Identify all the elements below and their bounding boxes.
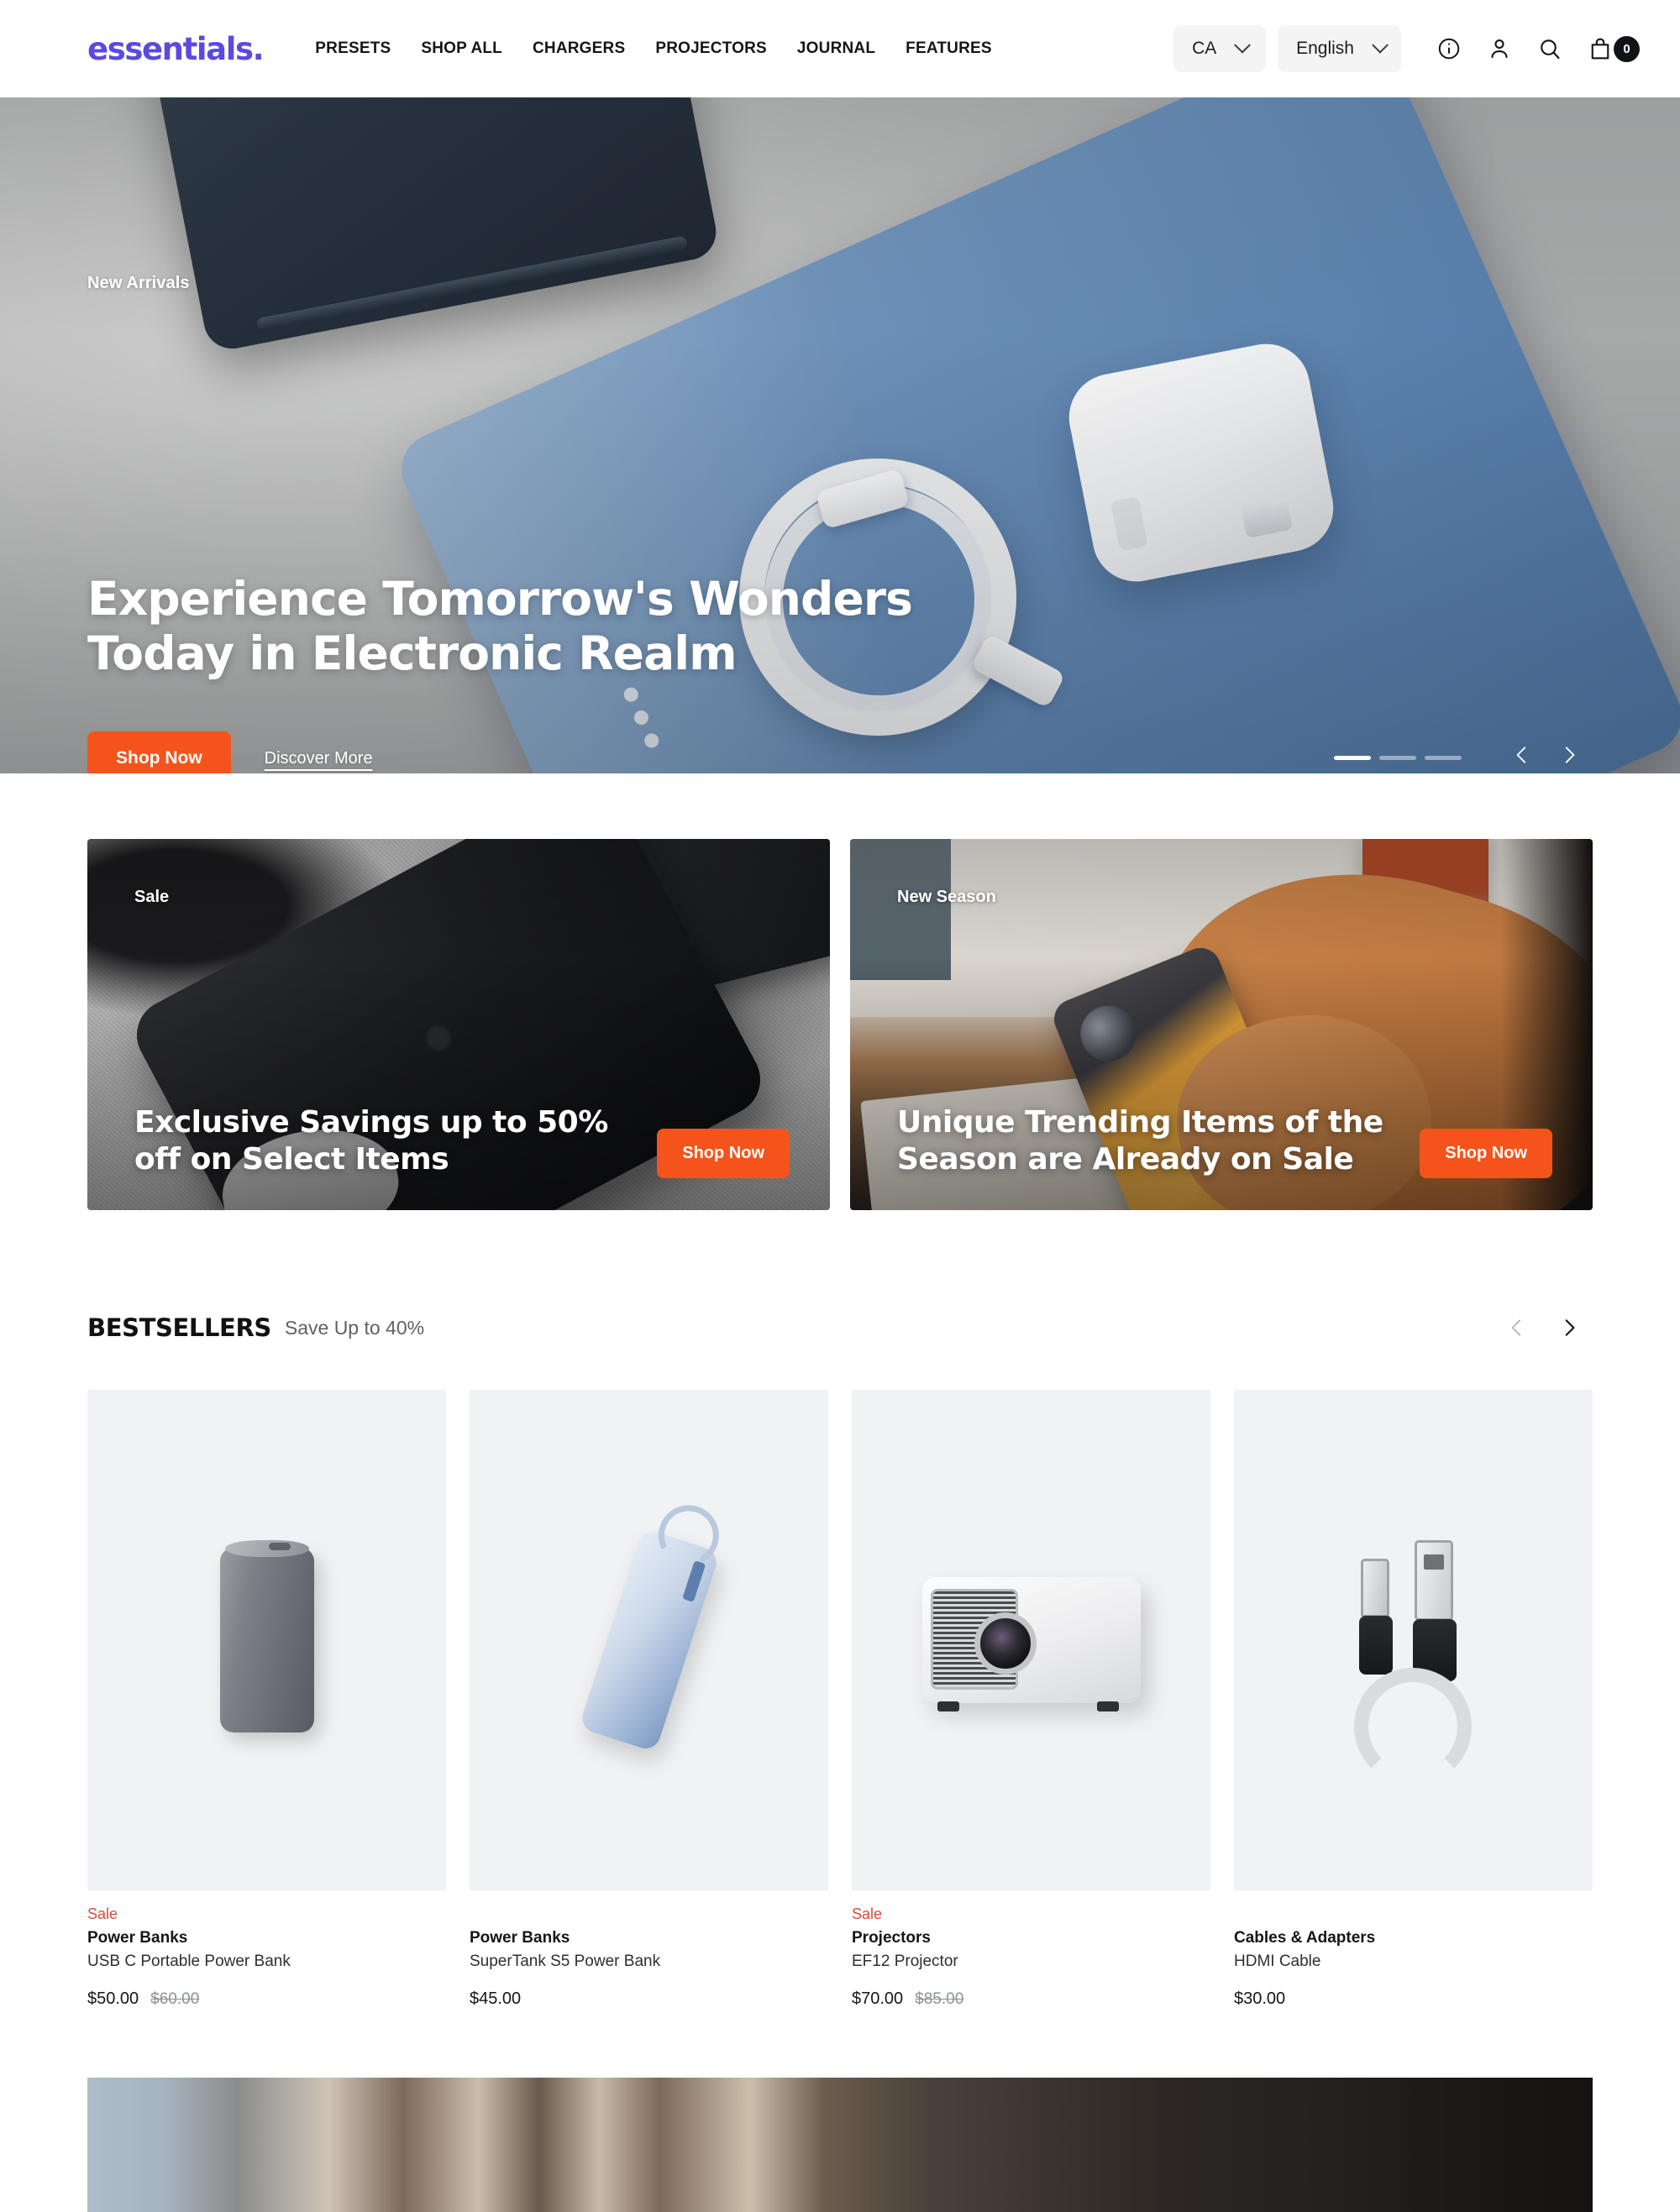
hero-slide-indicator-2[interactable] (1379, 756, 1416, 760)
hero-eyebrow: New Arrivals (87, 274, 190, 292)
promo-sale-title: Exclusive Savings up to 50% off on Selec… (134, 1105, 608, 1177)
language-selector-value: English (1296, 39, 1354, 58)
cart-icon (1584, 33, 1616, 65)
product-compare-at-price: $60.00 (150, 1990, 200, 2008)
hero-shop-now-button[interactable]: Shop Now (87, 731, 231, 773)
product-price-row: $30.00 (1234, 1989, 1593, 2009)
promo-sale-tag: Sale (134, 888, 170, 906)
next-section-banner[interactable] (87, 2078, 1593, 2212)
cable-icon (1342, 1535, 1485, 1785)
product-price-row: $45.00 (470, 1989, 828, 2009)
power-bank-icon (578, 1528, 720, 1753)
bestsellers-title: BESTSELLERS (87, 1313, 271, 1342)
promo-new-season-shop-now-button[interactable]: Shop Now (1420, 1129, 1552, 1178)
promo-card-sale[interactable]: Sale Exclusive Savings up to 50% off on … (87, 839, 830, 1210)
product-category: Cables & Adapters (1234, 1929, 1376, 1947)
product-category: Power Banks (470, 1929, 570, 1947)
nav-item-shop-all[interactable]: SHOP ALL (421, 39, 502, 58)
hero-discover-more-link[interactable]: Discover More (265, 749, 373, 768)
product-meta: Power Banks SuperTank S5 Power Bank $45.… (470, 1890, 828, 2009)
main-navigation: PRESETS SHOP ALL CHARGERS PROJECTORS JOU… (315, 39, 991, 58)
product-image-ef12-projector (852, 1390, 1210, 1890)
chevron-left-icon (1511, 1319, 1521, 1336)
language-selector[interactable]: English (1278, 25, 1401, 72)
chevron-left-icon (1516, 747, 1526, 763)
bestsellers-product-grid: Sale Power Banks USB C Portable Power Ba… (87, 1390, 1593, 2009)
header-icon-group: 0 (1433, 33, 1640, 65)
chevron-right-icon (1565, 747, 1575, 763)
hero-prev-button[interactable] (1499, 731, 1546, 773)
nav-item-journal[interactable]: JOURNAL (797, 39, 875, 58)
hero-slider-controls (1499, 731, 1593, 773)
product-sale-badge: Sale (852, 1905, 883, 1922)
product-card[interactable]: Cables & Adapters HDMI Cable $30.00 (1234, 1390, 1593, 2009)
country-selector-value: CA (1192, 39, 1217, 58)
hero-next-button[interactable] (1546, 731, 1593, 773)
product-name: EF12 Projector (852, 1953, 958, 1970)
hero-slide-indicators (1334, 756, 1462, 760)
hero-title: Experience Tomorrow's Wonders Today in E… (87, 572, 913, 680)
promo-new-season-title: Unique Trending Items of the Season are … (897, 1105, 1383, 1177)
product-price-row: $50.00 $60.00 (87, 1989, 446, 2009)
product-name: SuperTank S5 Power Bank (470, 1953, 661, 1970)
cart-button[interactable]: 0 (1584, 33, 1640, 65)
product-image-supertank-s5-power-bank (470, 1390, 828, 1890)
hero-actions: Shop Now Discover More (87, 731, 373, 773)
nav-item-presets[interactable]: PRESETS (315, 39, 391, 58)
product-price: $70.00 (852, 1989, 904, 2008)
site-logo[interactable]: essentials. (87, 31, 265, 67)
promo-sale-footer: Exclusive Savings up to 50% off on Selec… (134, 1104, 790, 1178)
product-meta: Sale Power Banks USB C Portable Power Ba… (87, 1890, 446, 2009)
bestsellers-subtitle: Save Up to 40% (284, 1316, 425, 1339)
product-image-usb-c-portable-power-bank (87, 1390, 446, 1890)
product-meta: Cables & Adapters HDMI Cable $30.00 (1234, 1890, 1593, 2009)
product-name: HDMI Cable (1234, 1953, 1321, 1970)
country-selector[interactable]: CA (1173, 25, 1267, 72)
bestsellers-prev-button[interactable] (1494, 1304, 1541, 1351)
bestsellers-section: BESTSELLERS Save Up to 40% Sale Power Ba… (0, 1210, 1680, 2009)
product-compare-at-price: $85.00 (915, 1990, 964, 2008)
product-category: Projectors (852, 1929, 931, 1947)
product-image-hdmi-cable (1234, 1390, 1593, 1890)
cart-count-badge: 0 (1614, 35, 1640, 62)
product-meta: Sale Projectors EF12 Projector $70.00 $8… (852, 1890, 1210, 2009)
promo-sale-shop-now-button[interactable]: Shop Now (657, 1129, 790, 1178)
header-utilities: CA English 0 (1173, 25, 1640, 72)
product-card[interactable]: Sale Projectors EF12 Projector $70.00 $8… (852, 1390, 1210, 2009)
chevron-right-icon (1565, 1319, 1575, 1336)
product-card[interactable]: Power Banks SuperTank S5 Power Bank $45.… (470, 1390, 828, 2009)
account-icon[interactable] (1483, 33, 1515, 65)
power-bank-icon (219, 1540, 314, 1732)
product-price: $45.00 (470, 1989, 522, 2008)
promo-new-season-footer: Unique Trending Items of the Season are … (897, 1104, 1552, 1178)
product-category: Power Banks (87, 1929, 188, 1947)
product-sale-badge (1234, 1905, 1593, 1926)
hero-slide-indicator-3[interactable] (1425, 756, 1462, 760)
site-header: essentials. PRESETS SHOP ALL CHARGERS PR… (0, 0, 1680, 97)
product-sale-badge (470, 1905, 828, 1926)
bestsellers-header: BESTSELLERS Save Up to 40% (87, 1304, 1593, 1351)
product-price-row: $70.00 $85.00 (852, 1989, 1210, 2009)
promo-card-new-season[interactable]: New Season Unique Trending Items of the … (850, 839, 1593, 1210)
promo-new-season-tag: New Season (897, 888, 996, 906)
nav-item-projectors[interactable]: PROJECTORS (655, 39, 767, 58)
hero-slider: New Arrivals Experience Tomorrow's Wonde… (0, 97, 1680, 773)
info-icon[interactable] (1433, 33, 1465, 65)
chevron-down-icon (1234, 36, 1252, 54)
product-price: $30.00 (1234, 1989, 1286, 2008)
product-card[interactable]: Sale Power Banks USB C Portable Power Ba… (87, 1390, 446, 2009)
product-name: USB C Portable Power Bank (87, 1953, 291, 1970)
bestsellers-carousel-controls (1494, 1304, 1593, 1351)
nav-item-features[interactable]: FEATURES (906, 39, 992, 58)
projector-icon (921, 1577, 1141, 1711)
promo-banners: Sale Exclusive Savings up to 50% off on … (0, 773, 1680, 1210)
search-icon[interactable] (1534, 33, 1566, 65)
nav-item-chargers[interactable]: CHARGERS (533, 39, 625, 58)
chevron-down-icon (1372, 36, 1389, 54)
bestsellers-next-button[interactable] (1546, 1304, 1593, 1351)
product-price: $50.00 (87, 1989, 139, 2008)
product-sale-badge: Sale (87, 1905, 118, 1922)
hero-slide-indicator-1[interactable] (1334, 756, 1371, 760)
